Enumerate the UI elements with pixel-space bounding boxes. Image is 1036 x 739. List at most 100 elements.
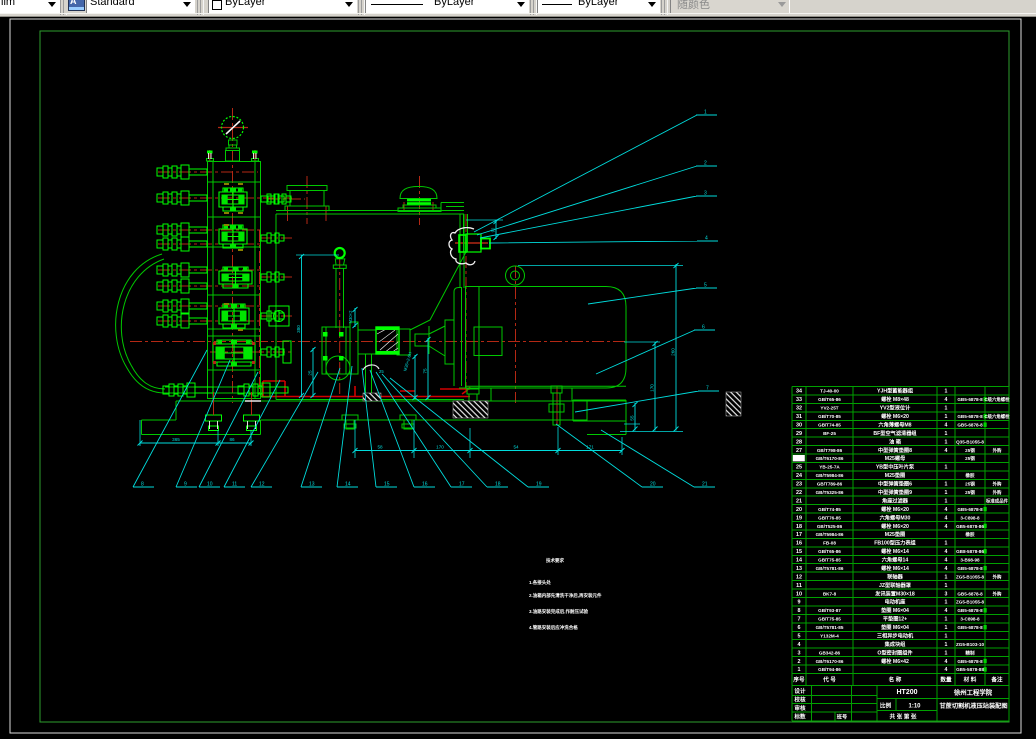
svg-text:1: 1 (945, 574, 948, 580)
svg-text:甘蔗切割机液压站装配图: 甘蔗切割机液压站装配图 (939, 702, 1007, 710)
svg-text:六角螺母14: 六角螺母14 (882, 556, 909, 564)
svg-text:2: 2 (704, 161, 707, 167)
svg-text:14: 14 (796, 558, 802, 564)
svg-text:20: 20 (650, 482, 656, 488)
svg-text:32: 32 (796, 406, 802, 412)
svg-text:油 箱: 油 箱 (889, 437, 902, 445)
svg-text:3: 3 (798, 650, 801, 656)
svg-text:GB5-6878-8: GB5-6878-8 (957, 507, 983, 512)
svg-text:25钢: 25钢 (965, 447, 975, 454)
svg-text:8: 8 (798, 608, 801, 614)
svg-text:5: 5 (704, 283, 707, 289)
svg-text:25: 25 (796, 465, 802, 471)
svg-text:螺栓 M6×14: 螺栓 M6×14 (881, 564, 909, 572)
svg-text:GB/T93-87: GB/T93-87 (818, 608, 841, 613)
svg-text:15: 15 (384, 482, 390, 488)
svg-text:精制: 精制 (965, 649, 975, 656)
svg-text:7: 7 (706, 386, 709, 392)
svg-text:260: 260 (671, 348, 676, 356)
svg-text:1: 1 (945, 431, 948, 437)
svg-text:螺栓 M6×14: 螺栓 M6×14 (881, 547, 909, 555)
svg-text:M25螺母: M25螺母 (885, 454, 905, 462)
svg-text:3: 3 (704, 191, 707, 197)
svg-text:1: 1 (945, 406, 948, 412)
svg-text:17: 17 (459, 482, 465, 488)
svg-text:GB/T5781-86: GB/T5781-86 (816, 566, 844, 571)
svg-text:六角螺母M30: 六角螺母M30 (880, 513, 911, 521)
svg-text:380: 380 (296, 325, 301, 333)
svg-text:1: 1 (945, 583, 948, 589)
svg-text:16: 16 (422, 482, 428, 488)
svg-text:15: 15 (796, 549, 802, 555)
svg-text:4: 4 (945, 507, 948, 513)
svg-text:GB/T65-86: GB/T65-86 (818, 397, 841, 402)
svg-text:1: 1 (945, 414, 948, 420)
svg-text:三相异步电动机: 三相异步电动机 (877, 632, 914, 640)
svg-text:徐州工程学院: 徐州工程学院 (953, 688, 993, 697)
svg-text:4: 4 (798, 642, 801, 648)
svg-text:橡胶: 橡胶 (965, 531, 975, 538)
svg-text:GB/T94-86: GB/T94-86 (818, 667, 841, 672)
svg-text:ZG5-B1055-8: ZG5-B1055-8 (956, 600, 985, 605)
svg-text:GB/T65-86: GB/T65-86 (818, 549, 841, 554)
svg-text:34: 34 (796, 389, 802, 395)
svg-text:GB5-6878-8: GB5-6878-8 (957, 591, 983, 596)
svg-text:螺栓 M6×42: 螺栓 M6×42 (881, 657, 909, 665)
svg-text:12: 12 (259, 482, 265, 488)
svg-text:GB/T74-85: GB/T74-85 (818, 423, 841, 428)
svg-text:1: 1 (945, 625, 948, 631)
svg-text:25: 25 (308, 370, 313, 376)
svg-text:1: 1 (945, 482, 948, 488)
svg-text:备注: 备注 (990, 676, 1003, 684)
svg-text:ZG5-B1055-8: ZG5-B1055-8 (956, 574, 985, 579)
svg-text:GB/T525-86: GB/T525-86 (817, 524, 843, 529)
svg-text:1: 1 (945, 490, 948, 496)
svg-text:M36×2-6H: M36×2-6H (402, 351, 412, 371)
svg-text:GB8-5878-86: GB8-5878-86 (956, 549, 984, 554)
svg-text:GB/T75-85: GB/T75-85 (818, 617, 841, 622)
svg-text:10: 10 (796, 591, 802, 597)
svg-text:外购: 外购 (993, 590, 1002, 597)
svg-text:170: 170 (650, 384, 655, 392)
svg-text:名 称: 名 称 (889, 676, 902, 684)
svg-text:C级六角螺栓: C级六角螺栓 (984, 413, 1010, 420)
svg-text:3-C898-8: 3-C898-8 (960, 515, 980, 520)
svg-text:C级六角螺栓: C级六角螺栓 (984, 396, 1010, 403)
svg-text:21: 21 (796, 498, 802, 504)
svg-text:16: 16 (796, 541, 802, 547)
svg-text:1: 1 (945, 642, 948, 648)
svg-text:6: 6 (702, 325, 705, 331)
svg-text:3: 3 (945, 591, 948, 597)
svg-text:1: 1 (945, 389, 948, 395)
svg-text:YJH型蓄能器组: YJH型蓄能器组 (877, 387, 914, 395)
svg-text:4: 4 (945, 608, 948, 614)
svg-text:1:10: 1:10 (908, 704, 921, 710)
svg-text:GB/T5325-86: GB/T5325-86 (816, 490, 844, 495)
svg-text:螺栓 M8×48: 螺栓 M8×48 (881, 395, 909, 403)
svg-text:发讯装置M30×18: 发讯装置M30×18 (874, 589, 915, 597)
svg-text:Q35-B1055-8: Q35-B1055-8 (956, 439, 984, 444)
svg-text:技术要求: 技术要求 (546, 557, 564, 564)
svg-text:ZG5-B103-10: ZG5-B103-10 (956, 642, 985, 647)
svg-text:垫圈 M6×04: 垫圈 M6×04 (881, 623, 909, 631)
svg-text:3-B98-98: 3-B98-98 (960, 558, 980, 563)
svg-text:外购: 外购 (993, 573, 1002, 580)
svg-text:1: 1 (945, 617, 948, 623)
svg-text:设计: 设计 (794, 687, 806, 695)
svg-text:YB型中压叶片泵: YB型中压叶片泵 (876, 463, 915, 471)
svg-text:54: 54 (513, 445, 519, 450)
svg-text:BF型空气滤清器组: BF型空气滤清器组 (873, 429, 917, 437)
svg-text:GB/T789-86: GB/T789-86 (817, 482, 843, 487)
svg-text:角座过滤器: 角座过滤器 (882, 496, 909, 504)
svg-text:电动机座: 电动机座 (885, 598, 907, 606)
svg-text:1: 1 (945, 498, 948, 504)
svg-text:31: 31 (796, 414, 802, 420)
svg-text:外购: 外购 (993, 447, 1002, 454)
svg-text:9: 9 (184, 482, 187, 488)
svg-text:GB/T76-85: GB/T76-85 (818, 515, 841, 520)
svg-text:1: 1 (945, 650, 948, 656)
svg-text:YV2型液位计: YV2型液位计 (880, 404, 911, 412)
svg-text:33: 33 (796, 397, 802, 403)
svg-text:4: 4 (705, 236, 708, 242)
svg-text:GB5-6878-8: GB5-6878-8 (957, 625, 983, 630)
